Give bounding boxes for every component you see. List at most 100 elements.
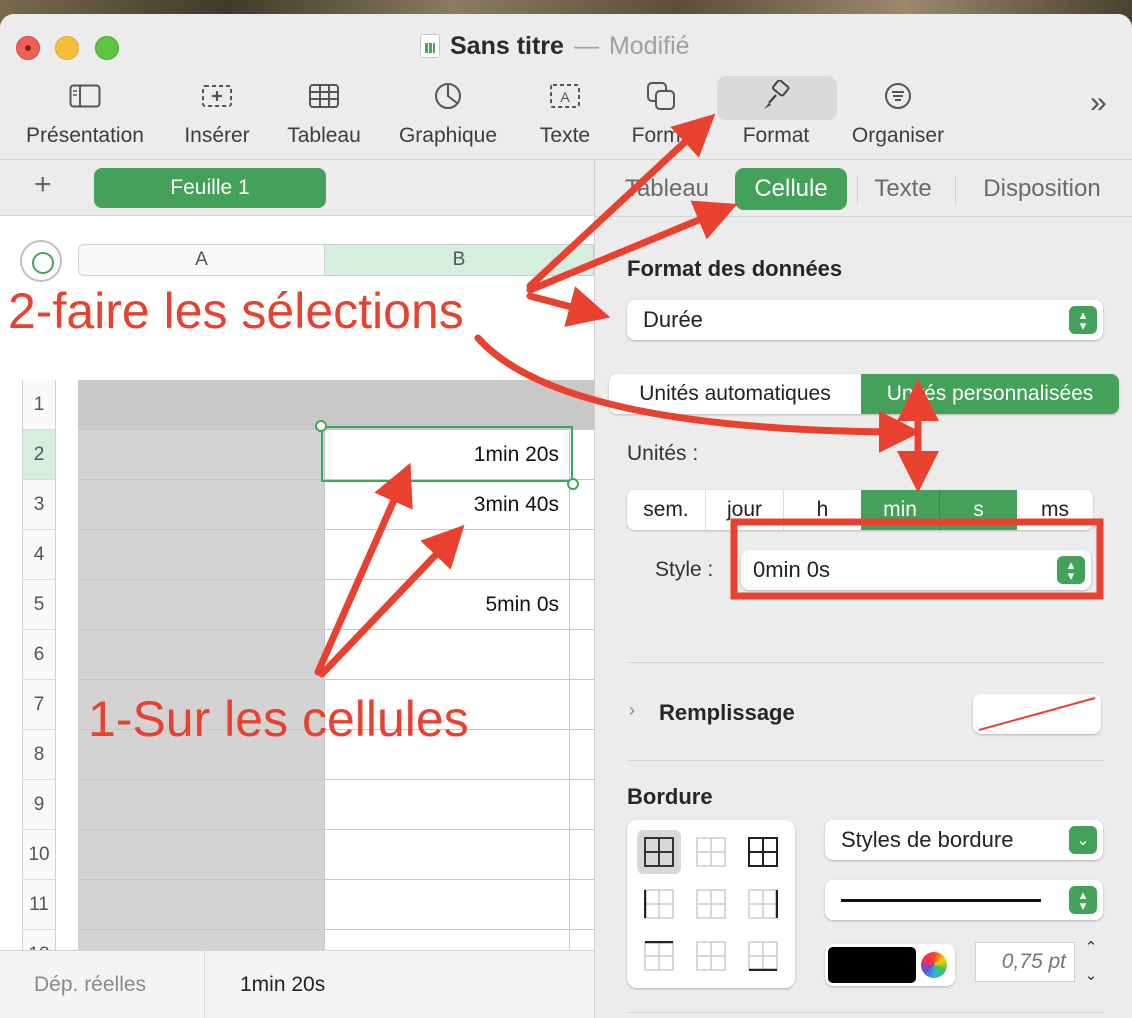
minimize-window-button[interactable]	[55, 36, 79, 60]
table-cell-c[interactable]	[570, 430, 594, 480]
table-cell-b[interactable]	[325, 380, 570, 430]
table-cell-b[interactable]	[325, 830, 570, 880]
tab-separator	[955, 176, 956, 204]
table-cell-a[interactable]	[78, 480, 325, 530]
toolbar-chart-button[interactable]: Graphique	[392, 76, 504, 156]
close-window-button[interactable]	[16, 36, 40, 60]
table-cell-c[interactable]	[570, 680, 594, 730]
units-custom-option[interactable]: Unités personnalisées	[861, 374, 1119, 414]
toolbar-presentation-button[interactable]: Présentation	[18, 76, 152, 156]
toolbar-table-button[interactable]: Tableau	[282, 76, 366, 156]
unit-second[interactable]: s	[939, 490, 1017, 530]
tab-disposition[interactable]: Disposition	[969, 168, 1115, 210]
add-sheet-button[interactable]: +	[34, 168, 52, 202]
disclosure-chevron-icon[interactable]: ›	[629, 700, 635, 721]
border-width-field[interactable]: 0,75 pt	[975, 942, 1075, 982]
selection-handle-bottom-right[interactable]	[567, 478, 579, 490]
table-cell-c[interactable]	[570, 530, 594, 580]
table-cell-c[interactable]	[570, 580, 594, 630]
table-cell-a[interactable]	[78, 530, 325, 580]
table-cell-a[interactable]	[78, 380, 325, 430]
table-cell-c[interactable]	[570, 880, 594, 930]
table-cell-b[interactable]	[325, 780, 570, 830]
table-cell-c[interactable]	[570, 730, 594, 780]
table-cell-a[interactable]	[78, 630, 325, 680]
border-center-horizontal-icon[interactable]	[689, 934, 733, 978]
border-outer-icon[interactable]	[741, 830, 785, 874]
fill-heading[interactable]: Remplissage	[659, 700, 795, 726]
row-header[interactable]: 2	[22, 430, 56, 480]
toolbar-organize-button[interactable]: Organiser	[846, 76, 950, 156]
toolbar-overflow-button[interactable]: »	[1090, 86, 1107, 120]
toolbar-label: Texte	[539, 124, 591, 147]
table-cell-c[interactable]	[570, 380, 594, 430]
numbers-document-icon	[420, 34, 440, 58]
selection-handle-top-left[interactable]	[315, 420, 327, 432]
toolbar-insert-button[interactable]: Insérer	[178, 76, 256, 156]
unit-hour[interactable]: h	[783, 490, 861, 530]
unit-minute[interactable]: min	[861, 490, 939, 530]
tab-texte[interactable]: Texte	[861, 168, 945, 210]
row-header[interactable]: 9	[22, 780, 56, 830]
table-cell-b[interactable]	[325, 530, 570, 580]
table-cell-b[interactable]: 3min 40s	[325, 480, 570, 530]
border-color-well[interactable]	[825, 944, 955, 986]
table-cell-b[interactable]: 1min 20s	[325, 430, 570, 480]
border-bottom-icon[interactable]	[741, 934, 785, 978]
table-cell-a[interactable]	[78, 430, 325, 480]
border-styles-popup[interactable]: Styles de bordure ⌄	[825, 820, 1103, 860]
toolbar-shape-button[interactable]: Forme	[626, 76, 698, 156]
table-cell-a[interactable]	[78, 880, 325, 930]
row-header[interactable]: 12	[22, 930, 56, 950]
border-left-icon[interactable]	[637, 882, 681, 926]
zoom-window-button[interactable]	[95, 36, 119, 60]
border-center-vertical-icon[interactable]	[689, 882, 733, 926]
data-format-popup[interactable]: Durée ▴ ▾	[627, 300, 1103, 340]
row-header[interactable]: 5	[22, 580, 56, 630]
sheet-tab-feuille-1[interactable]: Feuille 1	[94, 168, 326, 208]
toolbar-text-button[interactable]: A Texte	[534, 76, 596, 156]
status-label[interactable]: Dép. réelles	[34, 973, 146, 997]
column-header-a[interactable]: A	[78, 244, 325, 276]
border-all-icon[interactable]	[637, 830, 681, 874]
row-header[interactable]: 8	[22, 730, 56, 780]
tab-tableau[interactable]: Tableau	[617, 168, 717, 210]
toolbar-label: Organiser	[851, 124, 945, 147]
border-inner-icon[interactable]	[689, 830, 733, 874]
row-header[interactable]: 7	[22, 680, 56, 730]
border-line-style-popup[interactable]: ▴ ▾	[825, 880, 1103, 920]
toolbar-format-button[interactable]: Format	[730, 76, 822, 156]
table-cell-c[interactable]	[570, 830, 594, 880]
table-cell-b[interactable]	[325, 880, 570, 930]
tab-cellule[interactable]: Cellule	[735, 168, 847, 210]
column-header-b[interactable]: B	[324, 244, 594, 276]
units-automatic-option[interactable]: Unités automatiques	[609, 374, 861, 414]
row-header[interactable]: 6	[22, 630, 56, 680]
unit-millisecond[interactable]: ms	[1017, 490, 1093, 530]
table-cell-b[interactable]: 5min 0s	[325, 580, 570, 630]
unit-week[interactable]: sem.	[627, 490, 705, 530]
table-cell-a[interactable]	[78, 580, 325, 630]
fill-swatch-none[interactable]	[973, 694, 1101, 734]
border-right-icon[interactable]	[741, 882, 785, 926]
table-cell-c[interactable]	[570, 630, 594, 680]
table-cell-c[interactable]	[570, 930, 594, 950]
table-cell-b[interactable]	[325, 930, 570, 950]
duration-style-popup[interactable]: 0min 0s ▴ ▾	[741, 550, 1091, 590]
row-header[interactable]: 3	[22, 480, 56, 530]
table-cell-a[interactable]	[78, 830, 325, 880]
table-cell-b[interactable]	[325, 630, 570, 680]
table-cell-a[interactable]	[78, 930, 325, 950]
table-cell-c[interactable]	[570, 780, 594, 830]
row-header[interactable]: 1	[22, 380, 56, 430]
color-wheel-icon[interactable]	[921, 952, 947, 978]
row-header[interactable]: 11	[22, 880, 56, 930]
row-header[interactable]: 4	[22, 530, 56, 580]
unit-day[interactable]: jour	[705, 490, 783, 530]
section-divider	[627, 760, 1103, 761]
border-width-stepper[interactable]: ⌃ ⌄	[1079, 938, 1103, 984]
table-cell-a[interactable]	[78, 780, 325, 830]
row-header[interactable]: 10	[22, 830, 56, 880]
table-select-handle[interactable]	[20, 240, 62, 282]
border-top-icon[interactable]	[637, 934, 681, 978]
